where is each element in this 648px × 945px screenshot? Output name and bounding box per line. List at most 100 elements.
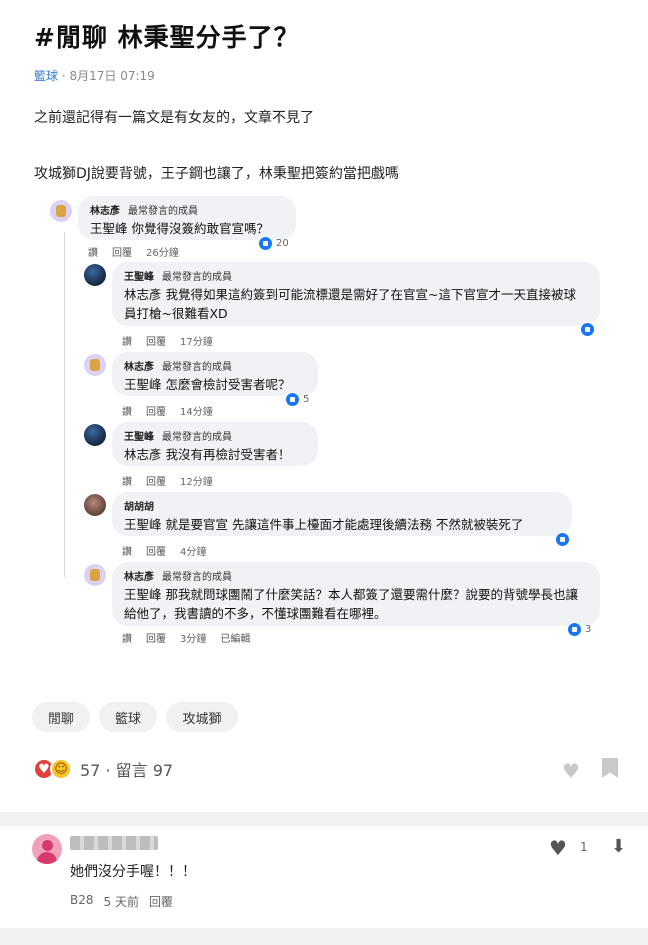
comment-text: 林志彥 我沒有再檢討受害者！: [124, 447, 291, 462]
like-action[interactable]: 讚: [122, 630, 132, 645]
comment-bubble: 林志彥 最常發言的成員 王聖峰 你覺得沒簽約敢官宣嗎？: [78, 196, 296, 240]
reply-action[interactable]: 回覆: [146, 543, 166, 558]
comment-actions: 讚 回覆 12分鐘: [122, 473, 213, 488]
comment-text: 王聖峰 你覺得沒簽約敢官宣嗎？: [90, 221, 269, 236]
board-link[interactable]: 籃球: [34, 69, 58, 83]
like-icon: [567, 622, 582, 637]
profile-icon[interactable]: [84, 564, 106, 586]
comment-actions: 讚 回覆 26分鐘: [88, 244, 179, 259]
comment-actions: 讚 回覆 4分鐘: [122, 543, 206, 558]
post-body-line-1: 之前還記得有一篇文是有女友的，文章不見了: [34, 110, 314, 126]
blurred-username: [70, 836, 158, 850]
downvote-icon[interactable]: ⬇: [611, 836, 626, 857]
reaction-separator: ·: [105, 761, 111, 780]
post-date: 8月17日 07:19: [69, 69, 155, 83]
reply-action[interactable]: 回覆: [146, 403, 166, 418]
tag-basketball[interactable]: 籃球: [99, 702, 157, 732]
heart-icon[interactable]: ♥: [562, 759, 580, 783]
like-action[interactable]: 讚: [122, 333, 132, 348]
comment-time: 3分鐘: [180, 634, 207, 645]
heart-icon[interactable]: ♥: [549, 836, 567, 860]
section-divider: [0, 928, 648, 945]
laugh-reaction-icon: ☺: [50, 758, 72, 780]
like-icon: [580, 322, 595, 337]
like-count[interactable]: 5: [285, 392, 309, 407]
member-badge: 最常發言的成員: [162, 572, 232, 583]
post-meta: 籃球 · 8月17日 07:19: [34, 67, 155, 84]
floor-number: B28: [70, 893, 94, 907]
like-count[interactable]: 3: [567, 622, 591, 637]
comment-text: 王聖峰 就是要官宣 先讓這件事上檯面才能處理後續法務 不然就被裝死了: [124, 517, 524, 532]
meta-separator: ·: [61, 69, 66, 83]
comment-time: 14分鐘: [180, 407, 213, 418]
comment-author[interactable]: 王聖峰: [124, 428, 154, 443]
like-count[interactable]: [555, 532, 570, 547]
post-body-line-2: 攻城獅DJ說要背號，王子鋼也讓了，林秉聖把簽約當把戲嗎: [34, 166, 399, 182]
comment-actions: 讚 回覆 3分鐘 已編輯: [122, 630, 250, 645]
bookmark-icon[interactable]: [602, 758, 618, 778]
tag-chat[interactable]: 閒聊: [32, 702, 90, 732]
like-action[interactable]: 讚: [122, 403, 132, 418]
profile-icon[interactable]: [84, 264, 106, 286]
like-count[interactable]: 20: [258, 236, 289, 251]
profile-icon[interactable]: [50, 200, 72, 222]
reaction-stats: 57 · 留言 97: [80, 757, 173, 781]
comment-header: 胡胡胡: [124, 498, 560, 513]
reply-like-count: 1: [580, 840, 588, 854]
comment-time: 17分鐘: [180, 337, 213, 348]
comment-header: 林志彥 最常發言的成員: [124, 568, 588, 583]
comment-bubble: 胡胡胡 王聖峰 就是要官宣 先讓這件事上檯面才能處理後續法務 不然就被裝死了: [112, 492, 572, 536]
like-action[interactable]: 讚: [88, 244, 98, 259]
comment-bubble: 林志彥 最常發言的成員 王聖峰 怎麼會檢討受害者呢？: [112, 352, 318, 396]
comment-bubble: 王聖峰 最常發言的成員 林志彥 我沒有再檢討受害者！: [112, 422, 318, 466]
thread-connector: [64, 232, 65, 577]
edited-label: 已編輯: [220, 634, 251, 645]
comment-header: 林志彥 最常發言的成員: [90, 202, 284, 217]
like-action[interactable]: 讚: [122, 543, 132, 558]
reaction-bar[interactable]: ♥ ☺ 57 · 留言 97: [33, 757, 173, 781]
like-count[interactable]: [580, 322, 595, 337]
member-badge: 最常發言的成員: [162, 362, 232, 373]
like-action[interactable]: 讚: [122, 473, 132, 488]
comment-author[interactable]: 林志彥: [124, 358, 154, 373]
comment-time: 4分鐘: [180, 547, 207, 558]
comment-bubble: 林志彥 最常發言的成員 王聖峰 那我就問球團鬧了什麼笑話？本人都簽了還要需什麼？…: [112, 562, 600, 626]
comment-header: 王聖峰 最常發言的成員: [124, 428, 306, 443]
profile-icon[interactable]: [32, 834, 62, 864]
comment-header: 林志彥 最常發言的成員: [124, 358, 306, 373]
profile-icon[interactable]: [84, 494, 106, 516]
reply-action[interactable]: 回覆: [146, 473, 166, 488]
comment-text: 林志彥 我覺得如果這約簽到可能流標還是需好了在官宣~這下官宣才一天直接被球員打槍…: [124, 287, 576, 321]
comment-bubble: 王聖峰 最常發言的成員 林志彥 我覺得如果這約簽到可能流標還是需好了在官宣~這下…: [112, 262, 600, 326]
reply-action[interactable]: 回覆: [146, 333, 166, 348]
like-icon: [555, 532, 570, 547]
post-title: #閒聊 林秉聖分手了？: [34, 23, 300, 52]
member-badge: 最常發言的成員: [162, 272, 232, 283]
reply-action[interactable]: 回覆: [112, 244, 132, 259]
tag-pilots[interactable]: 攻城獅: [166, 702, 238, 732]
comment-author[interactable]: 林志彥: [90, 202, 120, 217]
reply-text: 她們沒分手喔！！！: [70, 864, 196, 880]
comment-count[interactable]: 留言 97: [116, 761, 173, 780]
comment-author[interactable]: 王聖峰: [124, 268, 154, 283]
comment-actions: 讚 回覆 14分鐘: [122, 403, 213, 418]
comment-author[interactable]: 胡胡胡: [124, 498, 154, 513]
like-icon: [258, 236, 273, 251]
section-divider: [0, 812, 648, 826]
comment-actions: 讚 回覆 17分鐘: [122, 333, 213, 348]
comment-time: 26分鐘: [146, 248, 179, 259]
comment-time: 12分鐘: [180, 477, 213, 488]
reply-action[interactable]: 回覆: [146, 630, 166, 645]
profile-icon[interactable]: [84, 354, 106, 376]
comment-author[interactable]: 林志彥: [124, 568, 154, 583]
member-badge: 最常發言的成員: [162, 432, 232, 443]
profile-icon[interactable]: [84, 424, 106, 446]
reply-time: 5 天前: [103, 895, 139, 909]
comment-text: 王聖峰 怎麼會檢討受害者呢？: [124, 377, 291, 392]
comment-text: 王聖峰 那我就問球團鬧了什麼笑話？本人都簽了還要需什麼？說要的背號學長也讓給他了…: [124, 587, 578, 621]
member-badge: 最常發言的成員: [128, 206, 198, 217]
reply-button[interactable]: 回覆: [149, 893, 173, 910]
reply-meta: B28 5 天前 回覆: [70, 893, 173, 910]
reaction-count: 57: [80, 761, 101, 780]
like-icon: [285, 392, 300, 407]
